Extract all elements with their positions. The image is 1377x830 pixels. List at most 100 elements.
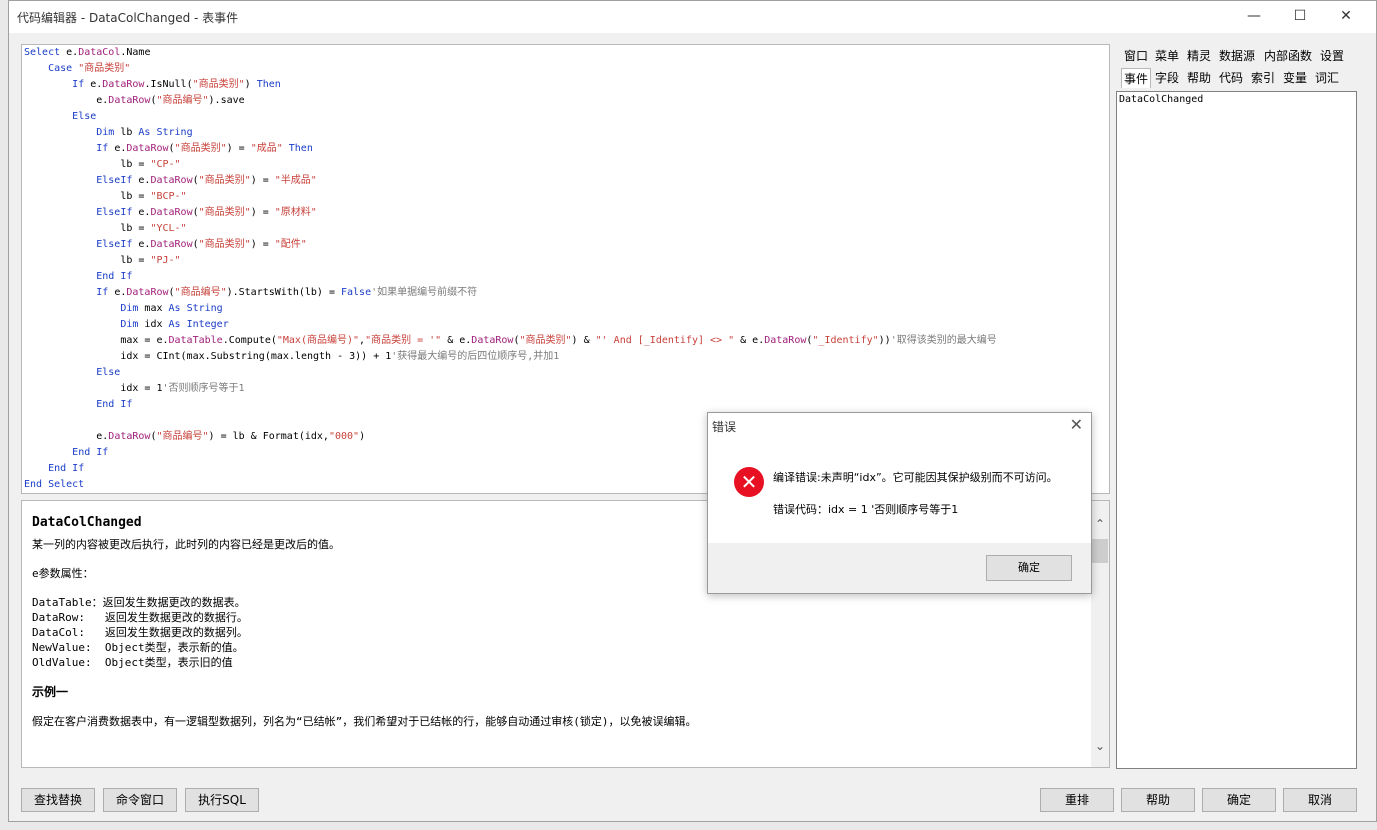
tab-vocabulary[interactable]: 词汇	[1313, 68, 1341, 88]
help-scrollbar[interactable]: ⌃ ⌄	[1091, 501, 1109, 767]
code-line: ElseIf e.DataRow("商品类别") = "半成品"	[22, 173, 1109, 189]
help-button[interactable]: 帮助	[1121, 788, 1195, 812]
code-token: "商品类别"	[78, 63, 131, 74]
code-token: ) &	[571, 335, 596, 346]
code-token: ) =	[250, 239, 275, 250]
code-line: e.DataRow("商品编号").save	[22, 93, 1109, 109]
code-token: If	[96, 287, 115, 298]
help-param-item: DataCol: 返回发生数据更改的数据列。	[32, 626, 248, 639]
code-token: "BCP-"	[150, 191, 187, 202]
code-token: As String	[168, 303, 223, 314]
code-token: '如果单据编号前缀不符	[371, 287, 478, 298]
code-token: lb =	[24, 255, 151, 266]
code-token: e.	[66, 47, 79, 58]
code-line: End If	[22, 269, 1109, 285]
code-token: "000"	[328, 431, 360, 442]
code-token: DataCol	[78, 47, 121, 58]
dialog-close-icon[interactable]: ✕	[1070, 415, 1083, 434]
code-token: ) = lb & Format(idx,	[208, 431, 329, 442]
code-token: Else	[72, 111, 97, 122]
code-token: "商品类别"	[198, 239, 251, 250]
code-token: "商品类别"	[198, 207, 251, 218]
rearrange-button[interactable]: 重排	[1040, 788, 1114, 812]
tab-help[interactable]: 帮助	[1185, 68, 1213, 88]
tab-fields[interactable]: 字段	[1153, 68, 1181, 88]
code-line: Case "商品类别"	[22, 61, 1109, 77]
code-token: lb =	[24, 159, 151, 170]
tab-internal-functions[interactable]: 内部函数	[1262, 46, 1314, 66]
code-token: lb =	[24, 191, 151, 202]
code-token: idx = CInt(max.Substring(max.length - 3)…	[24, 351, 392, 362]
code-token: "商品类别"	[198, 175, 251, 186]
help-example-title: 示例一	[32, 685, 69, 699]
code-line: Dim idx As Integer	[22, 317, 1109, 333]
code-line: Dim lb As String	[22, 125, 1109, 141]
scroll-thumb[interactable]	[1092, 539, 1108, 563]
code-token: "半成品"	[274, 175, 317, 186]
dialog-ok-button[interactable]: 确定	[986, 555, 1072, 581]
scroll-down-icon[interactable]: ⌄	[1091, 737, 1109, 755]
tab-variables[interactable]: 变量	[1281, 68, 1309, 88]
event-list-item[interactable]: DataColChanged	[1117, 92, 1356, 107]
tab-settings[interactable]: 设置	[1318, 46, 1346, 66]
find-replace-button[interactable]: 查找替换	[21, 788, 95, 812]
code-token: e.	[114, 287, 127, 298]
tab-window[interactable]: 窗口	[1122, 46, 1150, 66]
code-token: lb =	[24, 223, 151, 234]
tab-wizard[interactable]: 精灵	[1185, 46, 1213, 66]
code-token: & e.	[734, 335, 765, 346]
code-line: End If	[22, 397, 1109, 413]
cancel-button[interactable]: 取消	[1283, 788, 1357, 812]
tab-events[interactable]: 事件	[1121, 68, 1152, 88]
code-token: As Integer	[168, 319, 229, 330]
error-dialog: 错误 ✕ ✕ 编译错误:未声明“idx”。它可能因其保护级别而不可访问。 错误代…	[707, 412, 1092, 594]
code-token: ).save	[208, 95, 245, 106]
code-token: "配件"	[274, 239, 307, 250]
code-line: idx = CInt(max.Substring(max.length - 3)…	[22, 349, 1109, 365]
tab-code[interactable]: 代码	[1217, 68, 1245, 88]
command-window-button[interactable]: 命令窗口	[103, 788, 177, 812]
code-token: DataRow	[126, 143, 169, 154]
code-token: .Name	[120, 47, 151, 58]
code-token: DataRow	[108, 95, 151, 106]
help-param-item: NewValue: Object类型，表示新的值。	[32, 641, 244, 654]
code-token: lb	[120, 127, 139, 138]
code-token: e.	[138, 239, 151, 250]
ok-button[interactable]: 确定	[1202, 788, 1276, 812]
tab-index[interactable]: 索引	[1249, 68, 1277, 88]
code-line: Else	[22, 365, 1109, 381]
code-token: max = e.	[24, 335, 169, 346]
code-line: lb = "PJ-"	[22, 253, 1109, 269]
minimize-button[interactable]: —	[1231, 1, 1277, 31]
close-button[interactable]: ✕	[1323, 1, 1369, 31]
code-token: Dim	[120, 319, 145, 330]
tab-menu[interactable]: 菜单	[1153, 46, 1181, 66]
code-line: ElseIf e.DataRow("商品类别") = "配件"	[22, 237, 1109, 253]
code-token: End If	[96, 399, 133, 410]
code-token: "成品"	[250, 143, 283, 154]
help-example-text: 假定在客户消费数据表中，有一逻辑型数据列，列名为“已结帐”，我们希望对于已结帐的…	[32, 715, 697, 728]
code-token: ElseIf	[96, 207, 139, 218]
code-token: "Max(商品编号)"	[276, 335, 360, 346]
code-token: '否则顺序号等于1	[162, 383, 245, 394]
code-token: "商品编号"	[156, 95, 209, 106]
code-line: Dim max As String	[22, 301, 1109, 317]
code-line: If e.DataRow("商品类别") = "成品" Then	[22, 141, 1109, 157]
code-line: Select e.DataCol.Name	[22, 45, 1109, 61]
code-token: Then	[288, 143, 313, 154]
code-token: As String	[138, 127, 193, 138]
help-param-item: DataTable：返回发生数据更改的数据表。	[32, 596, 246, 609]
code-line: If e.DataRow("商品编号").StartsWith(lb) = Fa…	[22, 285, 1109, 301]
scroll-up-icon[interactable]: ⌃	[1091, 515, 1109, 533]
code-token: .Compute(	[222, 335, 277, 346]
tab-datasource[interactable]: 数据源	[1217, 46, 1257, 66]
code-token: .IsNull(	[144, 79, 193, 90]
code-token: "商品类别"	[192, 79, 245, 90]
exec-sql-button[interactable]: 执行SQL	[185, 788, 259, 812]
maximize-button[interactable]: ☐	[1277, 1, 1323, 31]
